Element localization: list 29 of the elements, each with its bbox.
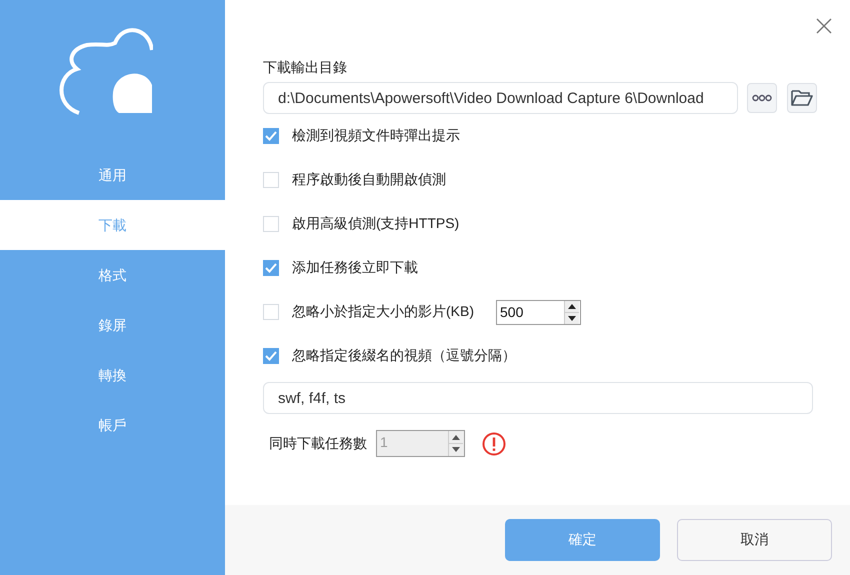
option-label: 啟用高級偵測(支持HTTPS)	[292, 215, 460, 233]
output-directory-label: 下載輸出目錄	[263, 59, 348, 77]
cancel-button[interactable]: 取消	[677, 519, 832, 561]
more-button[interactable]	[747, 83, 777, 113]
sidebar-item[interactable]: 通用	[0, 150, 225, 200]
extensions-field[interactable]: swf, f4f, ts	[263, 382, 813, 414]
close-icon[interactable]	[816, 18, 832, 34]
path-field[interactable]: d:\Documents\Apowersoft\Video Download Capture 6\Download	[263, 82, 738, 114]
checkbox[interactable]	[263, 348, 279, 364]
size-spinbox[interactable]: 500	[496, 300, 581, 324]
sidebar-item[interactable]: 轉換	[0, 350, 225, 400]
concurrent-tasks-label: 同時下載任務數	[269, 434, 367, 452]
confirm-button[interactable]: 確定	[505, 519, 660, 561]
sidebar-item[interactable]: 下載	[0, 200, 225, 250]
folder-icon	[791, 89, 813, 107]
sidebar-item[interactable]: 帳戶	[0, 400, 225, 450]
checkbox[interactable]	[263, 260, 279, 276]
dots-icon	[752, 94, 772, 102]
folder-button[interactable]	[787, 83, 817, 113]
cloud-logo-icon	[57, 25, 153, 115]
option-label: 添加任務後立即下載	[292, 259, 418, 277]
checkbox[interactable]	[263, 128, 279, 144]
option-label: 檢測到視頻文件時彈出提示	[292, 127, 460, 145]
sidebar-item[interactable]: 格式	[0, 250, 225, 300]
spin-arrows-icon[interactable]	[565, 300, 579, 324]
sidebar-item[interactable]: 錄屏	[0, 300, 225, 350]
option-label: 忽略小於指定大小的影片(KB)	[292, 303, 474, 321]
option-label: 程序啟動後自動開啟偵測	[292, 171, 446, 189]
option-label: 忽略指定後綴名的視頻（逗號分隔）	[292, 347, 516, 365]
